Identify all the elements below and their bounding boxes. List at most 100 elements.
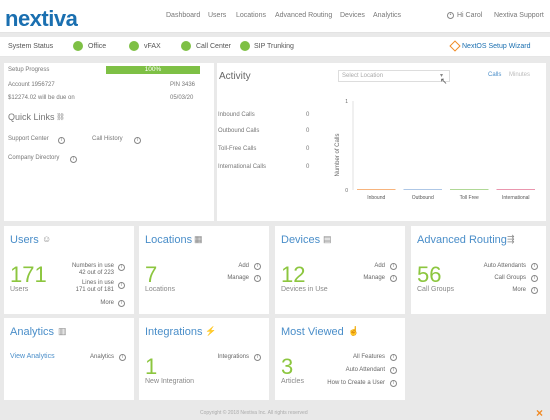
users-icon: ☺ <box>42 234 52 244</box>
status-sip-trunking[interactable]: SIP Trunking <box>254 43 294 50</box>
info-icon[interactable]: i <box>390 380 397 387</box>
call-groups-link[interactable]: Call Groups <box>456 275 526 281</box>
progress-text: 100% <box>144 66 162 73</box>
analytics-link[interactable]: Analytics <box>64 354 114 360</box>
info-icon[interactable]: i <box>390 275 397 282</box>
lines-in-use-label: Lines in use <box>81 280 114 286</box>
numbers-in-use-label: Numbers in use <box>71 263 114 269</box>
devices-title[interactable]: Devices <box>281 234 320 246</box>
integrations-title[interactable]: Integrations <box>145 326 202 338</box>
activity-row-label: Inbound Calls <box>218 112 255 118</box>
devices-manage-link[interactable]: Manage <box>335 275 385 281</box>
chart-bar <box>403 189 442 190</box>
all-features-link[interactable]: All Features <box>305 354 385 360</box>
chart-bar <box>496 189 535 190</box>
chart-bar <box>357 189 396 190</box>
devices-tile: Devices ▤ 12 Devices in Use Add i Manage… <box>275 226 405 314</box>
locations-tile: Locations ▦ 7 Locations Add i Manage i <box>139 226 269 314</box>
devices-sub: Devices in Use <box>281 286 328 293</box>
locations-manage-link[interactable]: Manage <box>199 275 249 281</box>
info-icon[interactable]: i <box>254 263 261 270</box>
wizard-icon <box>449 40 461 52</box>
info-icon[interactable]: i <box>58 137 65 144</box>
chart-y-label: Number of Calls <box>335 133 341 176</box>
locations-title[interactable]: Locations <box>145 234 192 246</box>
integrations-link[interactable]: Integrations <box>189 354 249 360</box>
nav-advanced-routing[interactable]: Advanced Routing <box>275 12 332 19</box>
location-select[interactable]: Select Location ▾ <box>338 70 450 82</box>
activity-row-value: 0 <box>306 128 310 134</box>
chart-bar <box>450 189 489 190</box>
create-user-link[interactable]: How to Create a User <box>295 380 385 386</box>
top-header: nextiva Dashboard Users Locations Advanc… <box>0 0 550 33</box>
routing-icon: ⇶ <box>507 234 515 244</box>
most-viewed-title[interactable]: Most Viewed <box>281 326 344 338</box>
info-icon[interactable]: i <box>118 282 125 289</box>
analytics-title[interactable]: Analytics <box>10 326 54 338</box>
tab-minutes[interactable]: Minutes <box>509 72 530 78</box>
nav-dashboard[interactable]: Dashboard <box>166 12 200 19</box>
nav-devices[interactable]: Devices <box>340 12 365 19</box>
company-directory-link[interactable]: Company Directory <box>8 155 59 161</box>
info-icon[interactable]: i <box>531 287 538 294</box>
info-icon[interactable]: i <box>531 263 538 270</box>
activity-row-value: 0 <box>306 112 310 118</box>
locations-add-link[interactable]: Add <box>199 263 249 269</box>
devices-add-link[interactable]: Add <box>335 263 385 269</box>
info-icon[interactable]: i <box>390 263 397 270</box>
info-icon[interactable]: i <box>390 367 397 374</box>
routing-more-link[interactable]: More <box>456 287 526 293</box>
hand-icon: ☝ <box>348 326 360 336</box>
integrations-count: 1 <box>145 354 158 379</box>
chart-x-tick: Toll Free <box>460 195 479 201</box>
info-icon[interactable]: i <box>390 354 397 361</box>
status-vfax[interactable]: vFAX <box>144 43 161 50</box>
activity-row-label: Outbound Calls <box>218 128 260 134</box>
cursor-icon: ↖ <box>440 76 448 86</box>
setup-wizard-link[interactable]: NextOS Setup Wizard <box>462 43 530 50</box>
call-history-link[interactable]: Call History <box>92 136 123 142</box>
auto-attendant-link[interactable]: Auto Attendant <box>305 367 385 373</box>
info-icon[interactable]: i <box>70 156 77 163</box>
user-icon: • <box>447 12 454 19</box>
info-icon[interactable]: i <box>254 354 261 361</box>
link-icon: ⛓ <box>56 114 65 121</box>
info-icon[interactable]: i <box>119 354 126 361</box>
info-icon[interactable]: i <box>118 264 125 271</box>
advanced-routing-title[interactable]: Advanced Routing <box>417 234 507 246</box>
most-viewed-tile: Most Viewed ☝ 3 Articles All Features i … <box>275 318 405 400</box>
info-icon[interactable]: i <box>134 137 141 144</box>
activity-chart: Number of Calls 1 0 Inbound Outbound Toll Fr… <box>335 99 535 201</box>
account-panel: Setup Progress 100% Account 1956727 PIN … <box>4 63 214 111</box>
users-tile: Users ☺ 171 Users Numbers in use 42 out … <box>4 226 134 314</box>
nav-support[interactable]: Nextiva Support <box>494 12 544 19</box>
locations-count: 7 <box>145 262 158 287</box>
lines-in-use-count: 171 out of 181 <box>75 287 114 293</box>
sip-trunking-status-icon <box>240 41 250 51</box>
call-center-status-icon <box>181 41 191 51</box>
users-title[interactable]: Users <box>10 234 39 246</box>
nextiva-x-icon[interactable]: × <box>536 406 543 420</box>
nav-users[interactable]: Users <box>208 12 226 19</box>
status-call-center[interactable]: Call Center <box>196 43 231 50</box>
account-number: Account 1956727 <box>8 82 55 88</box>
chart-x-tick: International <box>502 195 530 201</box>
info-icon[interactable]: i <box>254 275 261 282</box>
greeting-text[interactable]: Hi Carol <box>457 12 482 19</box>
view-analytics-link[interactable]: View Analytics <box>10 353 55 360</box>
due-date: 05/03/20 <box>170 95 194 101</box>
chart-x-tick: Outbound <box>412 195 434 201</box>
nextiva-logo[interactable]: nextiva <box>5 6 78 32</box>
info-icon[interactable]: i <box>531 275 538 282</box>
status-office[interactable]: Office <box>88 43 106 50</box>
call-groups-sub: Call Groups <box>417 286 454 293</box>
users-more-link[interactable]: More <box>64 300 114 306</box>
nav-locations[interactable]: Locations <box>236 12 266 19</box>
device-icon: ▤ <box>323 234 332 244</box>
support-center-link[interactable]: Support Center <box>8 136 49 142</box>
tab-calls[interactable]: Calls <box>488 72 501 78</box>
auto-attendants-link[interactable]: Auto Attendants <box>456 263 526 269</box>
nav-analytics[interactable]: Analytics <box>373 12 401 19</box>
setup-progress-label: Setup Progress <box>8 67 50 73</box>
info-icon[interactable]: i <box>118 300 125 307</box>
